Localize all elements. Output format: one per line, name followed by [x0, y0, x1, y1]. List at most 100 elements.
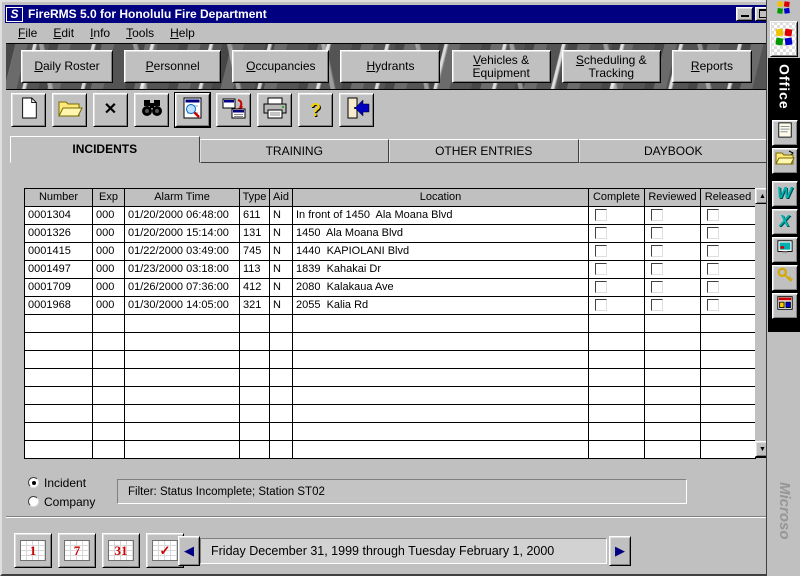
reviewed-checkbox[interactable] [651, 227, 663, 239]
nav-scheduling-tracking-button[interactable]: Scheduling & Tracking [562, 50, 661, 83]
released-checkbox[interactable] [707, 299, 719, 311]
table-row[interactable]: 0001304 000 01/20/2000 06:48:00 611 N In… [25, 207, 756, 225]
nav-personnel-button[interactable]: Personnel [124, 50, 221, 83]
office-excel-button[interactable]: X [772, 209, 798, 235]
next-date-range-button[interactable]: ▶ [609, 536, 631, 566]
cell-alarm-time: 01/22/2000 03:49:00 [125, 243, 240, 261]
empty-table-row [25, 351, 756, 369]
cell-complete [589, 243, 645, 261]
preview-button[interactable] [175, 93, 210, 127]
released-checkbox[interactable] [707, 281, 719, 293]
arrow-left-icon: ◀ [184, 543, 194, 559]
cell-complete [589, 225, 645, 243]
export-form-button[interactable] [216, 93, 251, 127]
cell-reviewed [645, 207, 701, 225]
office-menu-button[interactable] [770, 21, 798, 57]
open-folder-arrow-icon [775, 150, 795, 171]
cell-released [701, 297, 756, 315]
radio-company-label: Company [44, 495, 95, 509]
nav-occupancies-button[interactable]: Occupancies [232, 50, 329, 83]
table-row[interactable]: 0001415 000 01/22/2000 03:49:00 745 N 14… [25, 243, 756, 261]
calendar-month-button[interactable]: 31 [102, 533, 140, 568]
filter-text: Filter: Status Incomplete; Station ST02 [128, 486, 325, 498]
find-button[interactable] [134, 93, 169, 127]
office-bar-handle[interactable] [767, 0, 800, 20]
cell-reviewed [645, 297, 701, 315]
screen-icon [776, 239, 794, 260]
complete-checkbox[interactable] [595, 281, 607, 293]
tab-other-entries[interactable]: OTHER ENTRIES [389, 139, 579, 163]
calendar-week-button[interactable]: 7 [58, 533, 96, 568]
print-button[interactable] [257, 93, 292, 127]
radio-incident[interactable] [28, 477, 39, 488]
new-record-button[interactable] [11, 93, 46, 127]
table-row[interactable]: 0001497 000 01/23/2000 03:18:00 113 N 18… [25, 261, 756, 279]
office-app-icon [776, 294, 794, 317]
cell-aid: N [270, 207, 293, 225]
col-type: Type [240, 189, 270, 207]
nav-reports-button[interactable]: Reports [672, 50, 752, 83]
incident-radio-option[interactable]: Incident [28, 473, 95, 492]
complete-checkbox[interactable] [595, 245, 607, 257]
office-screen-button[interactable] [772, 237, 798, 263]
exit-button[interactable] [339, 93, 374, 127]
menu-tools[interactable]: Tools [118, 25, 162, 41]
nav-daily-roster-button[interactable]: Daily Roster [21, 50, 113, 83]
company-radio-option[interactable]: Company [28, 492, 95, 511]
complete-checkbox[interactable] [595, 209, 607, 221]
cell-complete [589, 279, 645, 297]
arrow-down-icon: ▼ [759, 446, 766, 453]
prev-date-range-button[interactable]: ◀ [178, 536, 200, 566]
incident-table-body: 0001304 000 01/20/2000 06:48:00 611 N In… [25, 207, 756, 459]
menu-edit[interactable]: Edit [45, 25, 82, 41]
office-new-note-button[interactable] [772, 120, 798, 146]
help-button[interactable]: ? [298, 93, 333, 127]
reviewed-checkbox[interactable] [651, 299, 663, 311]
released-checkbox[interactable] [707, 263, 719, 275]
released-checkbox[interactable] [707, 209, 719, 221]
titlebar[interactable]: S FireRMS 5.0 for Honolulu Fire Departme… [5, 5, 767, 23]
tab-daybook[interactable]: DAYBOOK [579, 139, 769, 163]
table-row[interactable]: 0001709 000 01/26/2000 07:36:00 412 N 20… [25, 279, 756, 297]
cell-location: In front of 1450 Ala Moana Blvd [293, 207, 589, 225]
nav-hydrants-button[interactable]: Hydrants [340, 50, 440, 83]
cell-number: 0001326 [25, 225, 93, 243]
export-form-icon [221, 96, 247, 125]
complete-checkbox[interactable] [595, 263, 607, 275]
reviewed-checkbox[interactable] [651, 245, 663, 257]
reviewed-checkbox[interactable] [651, 281, 663, 293]
table-row[interactable]: 0001968 000 01/30/2000 14:05:00 321 N 20… [25, 297, 756, 315]
tab-incidents[interactable]: INCIDENTS [10, 136, 200, 163]
cell-exp: 000 [93, 297, 125, 315]
menu-info[interactable]: Info [82, 25, 118, 41]
cell-reviewed [645, 243, 701, 261]
released-checkbox[interactable] [707, 245, 719, 257]
col-location: Location [293, 189, 589, 207]
office-word-button[interactable]: W [772, 181, 798, 207]
menu-help[interactable]: Help [162, 25, 203, 41]
complete-checkbox[interactable] [595, 227, 607, 239]
cell-exp: 000 [93, 261, 125, 279]
open-record-button[interactable] [52, 93, 87, 127]
office-open-document-button[interactable] [772, 148, 798, 174]
table-row[interactable]: 0001326 000 01/20/2000 15:14:00 131 N 14… [25, 225, 756, 243]
office-app-button[interactable] [772, 293, 798, 319]
nav-vehicles-equipment-button[interactable]: Vehicles & Equipment [452, 50, 551, 83]
empty-table-row [25, 387, 756, 405]
reviewed-checkbox[interactable] [651, 209, 663, 221]
office-key-button[interactable] [772, 265, 798, 291]
cell-location: 1450 Ala Moana Blvd [293, 225, 589, 243]
delete-record-button[interactable]: ✕ [93, 93, 128, 127]
calendar-day-icon: 1 [20, 540, 46, 561]
menu-file[interactable]: File [10, 25, 45, 41]
reviewed-checkbox[interactable] [651, 263, 663, 275]
radio-company[interactable] [28, 496, 39, 507]
date-bar: 1 7 31 ✓ [14, 533, 184, 568]
calendar-day-button[interactable]: 1 [14, 533, 52, 568]
arrow-up-icon: ▲ [759, 193, 766, 200]
complete-checkbox[interactable] [595, 299, 607, 311]
released-checkbox[interactable] [707, 227, 719, 239]
tab-training[interactable]: TRAINING [200, 139, 390, 163]
key-icon [776, 266, 794, 289]
minimize-button[interactable] [736, 7, 753, 21]
